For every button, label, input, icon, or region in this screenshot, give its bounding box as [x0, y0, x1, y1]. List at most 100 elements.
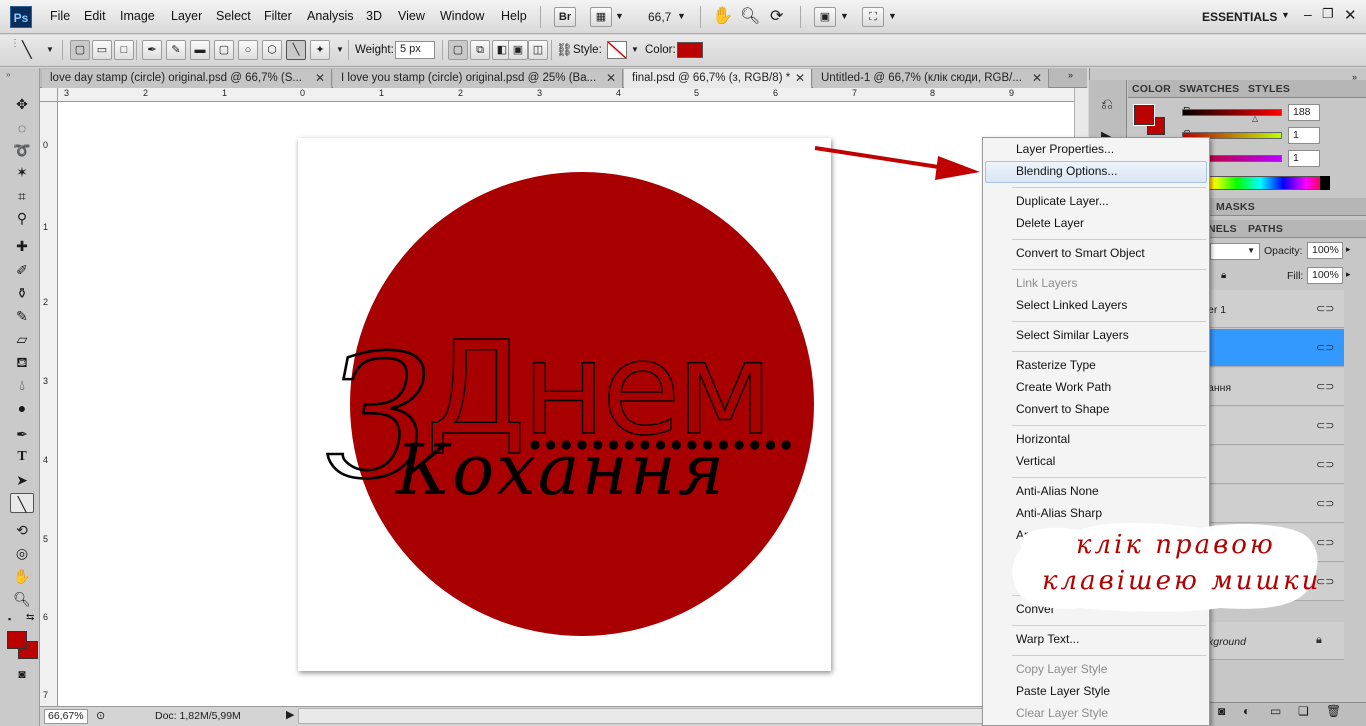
menu-help[interactable]: Help	[501, 9, 527, 23]
menu-3d[interactable]: 3D	[366, 9, 382, 23]
menu-window[interactable]: Window	[440, 9, 484, 23]
zoom-field[interactable]: 66,67%	[44, 709, 88, 724]
lock-icon[interactable]: 🔒︎	[1221, 270, 1226, 281]
tab-final[interactable]: final.psd @ 66,7% (з, RGB/8) * ✕	[624, 69, 812, 88]
arrow-right-icon[interactable]: ▸	[1346, 244, 1351, 255]
rotate-view-icon[interactable]: ⟳	[770, 6, 783, 26]
close-icon[interactable]: ✕	[1032, 69, 1042, 87]
zoom-tool-icon[interactable]: 🔍︎	[10, 589, 34, 609]
ellipse-icon[interactable]: ○	[238, 40, 258, 60]
menu-file[interactable]: File	[50, 9, 70, 23]
collapse-icon[interactable]: »	[6, 70, 10, 79]
adjustment-layer-icon[interactable]: ◐	[1243, 704, 1250, 718]
new-layer-icon[interactable]: ❏	[1298, 704, 1309, 718]
slider-r[interactable]	[1182, 109, 1282, 116]
opacity-value[interactable]: 100%	[1307, 242, 1343, 259]
context-menu-item[interactable]: Layer Properties...	[1016, 142, 1114, 156]
hand-tool-icon[interactable]: ✋	[10, 566, 34, 586]
close-icon[interactable]: ✕	[315, 69, 325, 87]
freeform-pen-icon[interactable]: ✎	[166, 40, 186, 60]
brush-tool-icon[interactable]: ✐	[10, 260, 34, 280]
rounded-rectangle-icon[interactable]: ▢	[214, 40, 234, 60]
status-options-icon[interactable]: ⊙	[96, 709, 105, 722]
default-colors-icon[interactable]: ▪	[8, 614, 11, 624]
crop-tool-icon[interactable]: ⌗	[10, 186, 34, 206]
tab-love-day-stamp[interactable]: love day stamp (circle) original.psd @ 6…	[42, 69, 332, 88]
more-tabs-icon[interactable]: »	[1068, 70, 1073, 80]
arrow-right-icon[interactable]: ▸	[1346, 269, 1351, 280]
link-icon[interactable]: ⛓	[556, 42, 573, 58]
menu-analysis[interactable]: Analysis	[307, 9, 354, 23]
shape-layers-button[interactable]: ▢	[70, 40, 90, 60]
line-shape-icon[interactable]: ╲	[286, 40, 306, 60]
chevron-down-icon[interactable]: ▼	[1247, 246, 1255, 255]
menu-filter[interactable]: Filter	[264, 9, 292, 23]
lasso-tool-icon[interactable]: ➰	[10, 140, 34, 160]
context-menu-item[interactable]: Delete Layer	[1016, 216, 1084, 230]
history-panel-icon[interactable]: ⎌	[1101, 96, 1113, 113]
zoom-level-dropdown[interactable]: 66,7	[648, 10, 671, 24]
horizontal-scrollbar[interactable]	[298, 708, 1074, 724]
pen-icon[interactable]: ✒	[142, 40, 162, 60]
paths-button[interactable]: ▭	[92, 40, 112, 60]
pen-tool-icon[interactable]: ✒	[10, 424, 34, 444]
exclude-shape-icon[interactable]: ◫	[528, 40, 548, 60]
new-shape-layer-icon[interactable]: ▢	[448, 40, 468, 60]
marquee-tool-icon[interactable]: ◌	[10, 118, 34, 138]
fill-pixels-button[interactable]: □	[114, 40, 134, 60]
chevron-down-icon[interactable]: ▼	[888, 11, 897, 21]
zoom-tool-icon[interactable]: 🔍︎	[740, 6, 760, 26]
3d-rotate-icon[interactable]: ⟲	[10, 520, 34, 540]
spectrum-black[interactable]	[1320, 176, 1330, 190]
paint-bucket-icon[interactable]: ⛾	[10, 352, 34, 372]
hand-tool-icon[interactable]: ✋	[712, 6, 733, 26]
context-menu-item[interactable]: Select Similar Layers	[1016, 328, 1129, 342]
menu-layer[interactable]: Layer	[171, 9, 202, 23]
channel-g-value[interactable]: 1	[1288, 127, 1320, 144]
context-menu-item[interactable]: Rasterize Type	[1016, 358, 1096, 372]
tab-i-love-you-stamp[interactable]: I love you stamp (circle) original.psd @…	[333, 69, 623, 88]
channel-b-value[interactable]: 1	[1288, 150, 1320, 167]
panel-fg-color-swatch[interactable]	[1133, 104, 1155, 126]
move-tool-icon[interactable]: ✥	[10, 94, 34, 114]
tab-untitled-1[interactable]: Untitled-1 @ 66,7% (клік сюди, RGB/... ✕	[813, 69, 1049, 88]
rectangle-icon[interactable]: ▬	[190, 40, 210, 60]
panel-collapse-icon[interactable]: »	[1352, 72, 1357, 82]
weight-input[interactable]: 5 px	[395, 41, 435, 59]
channel-r-value[interactable]: 188	[1288, 104, 1320, 121]
type-tool-icon[interactable]: T	[10, 447, 34, 467]
restore-icon[interactable]: ❐	[1322, 6, 1334, 22]
dodge-tool-icon[interactable]: ●	[10, 398, 34, 418]
chevron-down-icon[interactable]: ▼	[615, 11, 624, 21]
magic-wand-icon[interactable]: ✶	[10, 162, 34, 182]
new-group-icon[interactable]: ▭	[1270, 704, 1281, 718]
clone-stamp-icon[interactable]: ⚱	[10, 283, 34, 303]
eraser-icon[interactable]: ▱	[10, 329, 34, 349]
screen-mode-icon[interactable]: ⛶	[862, 7, 884, 27]
context-menu-item[interactable]: Anti-Alias None	[1016, 484, 1099, 498]
tab-paths[interactable]: PATHS	[1248, 223, 1283, 235]
path-selection-icon[interactable]: ➤	[10, 470, 34, 490]
fill-value[interactable]: 100%	[1307, 267, 1343, 284]
line-tool-icon[interactable]: ╲	[22, 40, 32, 60]
foreground-color-swatch[interactable]	[7, 631, 27, 649]
minimize-icon[interactable]: –	[1304, 6, 1312, 22]
style-picker[interactable]	[607, 41, 627, 59]
film-icon[interactable]: ▦	[590, 7, 612, 27]
context-menu-item[interactable]: Convert to Shape	[1016, 402, 1109, 416]
shape-color-swatch[interactable]	[677, 42, 703, 58]
chevron-down-icon[interactable]: ▼	[631, 45, 639, 54]
close-icon[interactable]: ✕	[606, 69, 616, 87]
chevron-down-icon[interactable]: ▼	[840, 11, 849, 21]
context-menu-item[interactable]: Blending Options...	[1016, 164, 1117, 178]
add-to-shape-icon[interactable]: ⧉	[470, 40, 490, 60]
delete-layer-icon[interactable]: 🗑︎	[1326, 704, 1341, 718]
context-menu-item[interactable]: Horizontal	[1016, 432, 1070, 446]
line-tool-active-icon[interactable]: ╲	[10, 493, 34, 513]
swap-colors-icon[interactable]: ⇆	[26, 612, 34, 623]
tab-channels[interactable]: NELS	[1208, 223, 1237, 235]
context-menu-item[interactable]: Convert to Smart Object	[1016, 246, 1145, 260]
bridge-button[interactable]: Br	[554, 7, 576, 27]
tab-swatches[interactable]: SWATCHES	[1179, 83, 1239, 95]
tab-masks[interactable]: MASKS	[1216, 201, 1255, 213]
